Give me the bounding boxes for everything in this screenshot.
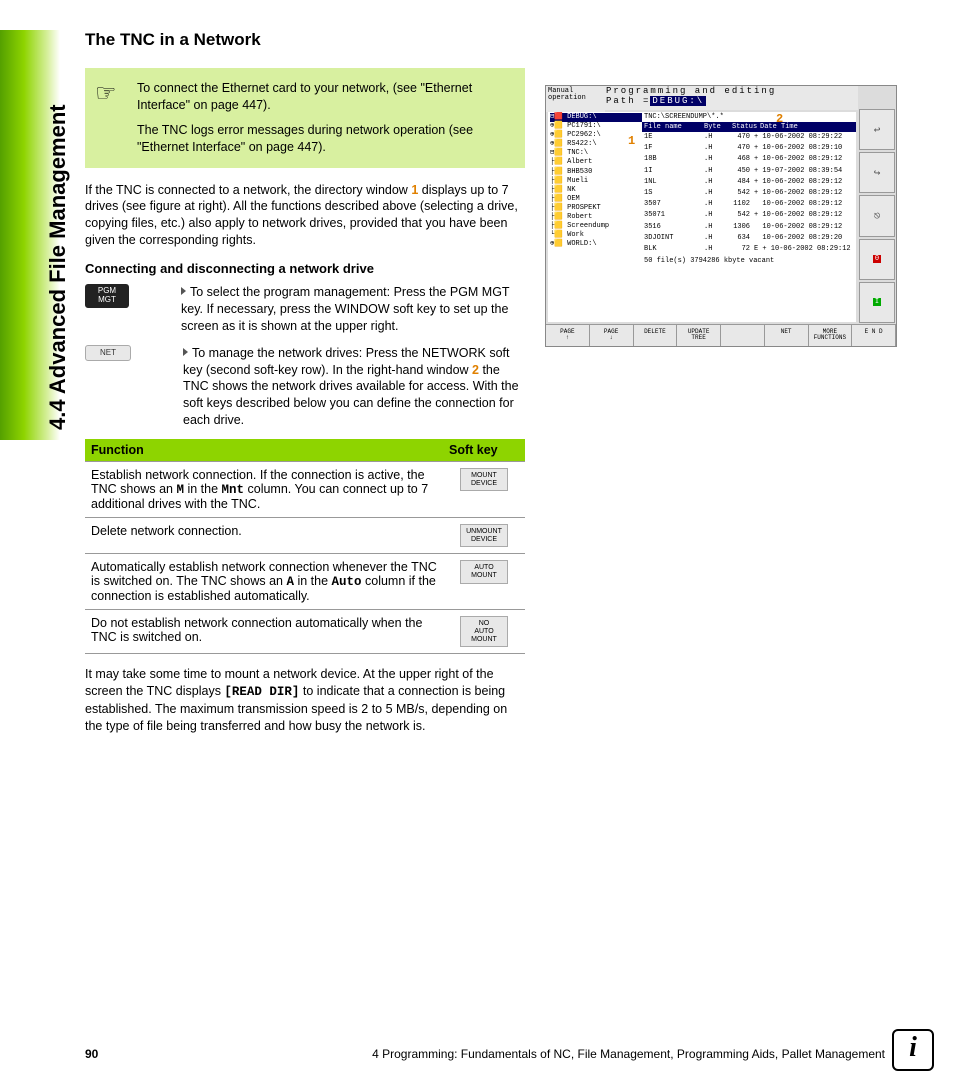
callout-2: 2 [776, 112, 783, 126]
tool-icon[interactable]: ↩ [859, 109, 895, 150]
softkey[interactable]: PAGE ↓ [590, 324, 634, 346]
tool-icon[interactable]: 0 [859, 239, 895, 280]
callout-1: 1 [628, 134, 635, 148]
page-title: The TNC in a Network [85, 30, 525, 50]
tool-icon[interactable]: I [859, 282, 895, 323]
note-box: ☞ To connect the Ethernet card to your n… [85, 68, 525, 168]
main-content: The TNC in a Network ☞ To connect the Et… [85, 30, 525, 747]
softkey[interactable]: NET [765, 324, 809, 346]
hand-point-icon: ☞ [95, 78, 117, 110]
softkey-table: Function Soft key Establish network conn… [85, 439, 525, 654]
col-softkey: Soft key [443, 439, 525, 462]
page-footer: 90 4 Programming: Fundamentals of NC, Fi… [85, 1047, 885, 1061]
softkey[interactable]: PAGE ↑ [546, 324, 590, 346]
softkey[interactable]: MORE FUNCTIONS [809, 324, 853, 346]
file-list-header: File nameByteStatusDate Time [642, 122, 856, 132]
subheading: Connecting and disconnecting a network d… [85, 261, 525, 276]
table-row: Delete network connection. UNMOUNT DEVIC… [85, 518, 525, 554]
net-softkey: NET [85, 345, 131, 362]
softkey[interactable] [721, 324, 765, 346]
note-p1: To connect the Ethernet card to your net… [137, 80, 515, 114]
softkey[interactable]: DELETE [634, 324, 678, 346]
softkey-row: PAGE ↑PAGE ↓DELETE UPDATE TREE NETMORE FU… [546, 324, 896, 346]
status-line: 50 file(s) 3794286 kbyte vacant [642, 255, 856, 267]
softkey[interactable]: E N D [852, 324, 896, 346]
mount-device-key: MOUNT DEVICE [460, 468, 508, 491]
col-function: Function [85, 439, 443, 462]
intro-para: If the TNC is connected to a network, th… [85, 182, 525, 250]
tool-icon[interactable]: ⎋ [859, 195, 895, 236]
table-row: Do not establish network connection auto… [85, 610, 525, 654]
step-2: NET To manage the network drives: Press … [85, 345, 525, 429]
table-row: Automatically establish network connecti… [85, 554, 525, 610]
info-icon: i [892, 1029, 934, 1071]
mode-label: Manual operation [546, 86, 605, 112]
note-p2: The TNC logs error messages during netwo… [137, 122, 515, 156]
unmount-device-key: UNMOUNT DEVICE [460, 524, 508, 547]
section-label: 4.4 Advanced File Management [45, 104, 71, 430]
step-1-text: To select the program management: Press … [141, 284, 525, 335]
step-2-text: To manage the network drives: Press the … [143, 345, 525, 429]
dir-label: TNC:\SCREENDUMP\*.* [642, 112, 856, 122]
table-row: Establish network connection. If the con… [85, 462, 525, 518]
step-1: PGM MGT To select the program management… [85, 284, 525, 335]
closing-para: It may take some time to mount a network… [85, 666, 525, 735]
page-number: 90 [85, 1047, 98, 1061]
toolbar-right: ↩ ↪ ⎋ 0 I [858, 108, 896, 324]
file-list[interactable]: TNC:\SCREENDUMP\*.* File nameByteStatusD… [642, 112, 856, 322]
auto-mount-key: AUTO MOUNT [460, 560, 508, 583]
pgm-mgt-key: PGM MGT [85, 284, 129, 308]
tool-icon[interactable]: ↪ [859, 152, 895, 193]
chapter-label: 4 Programming: Fundamentals of NC, File … [372, 1047, 885, 1061]
tnc-screenshot: Manual operation Programming and editing… [545, 85, 897, 347]
no-auto-mount-key: NO AUTO MOUNT [460, 616, 508, 647]
callout-ref-2: 2 [472, 363, 479, 377]
softkey[interactable]: UPDATE TREE [677, 324, 721, 346]
screen-title: Programming and editing Path =DEBUG:\ [602, 86, 858, 110]
